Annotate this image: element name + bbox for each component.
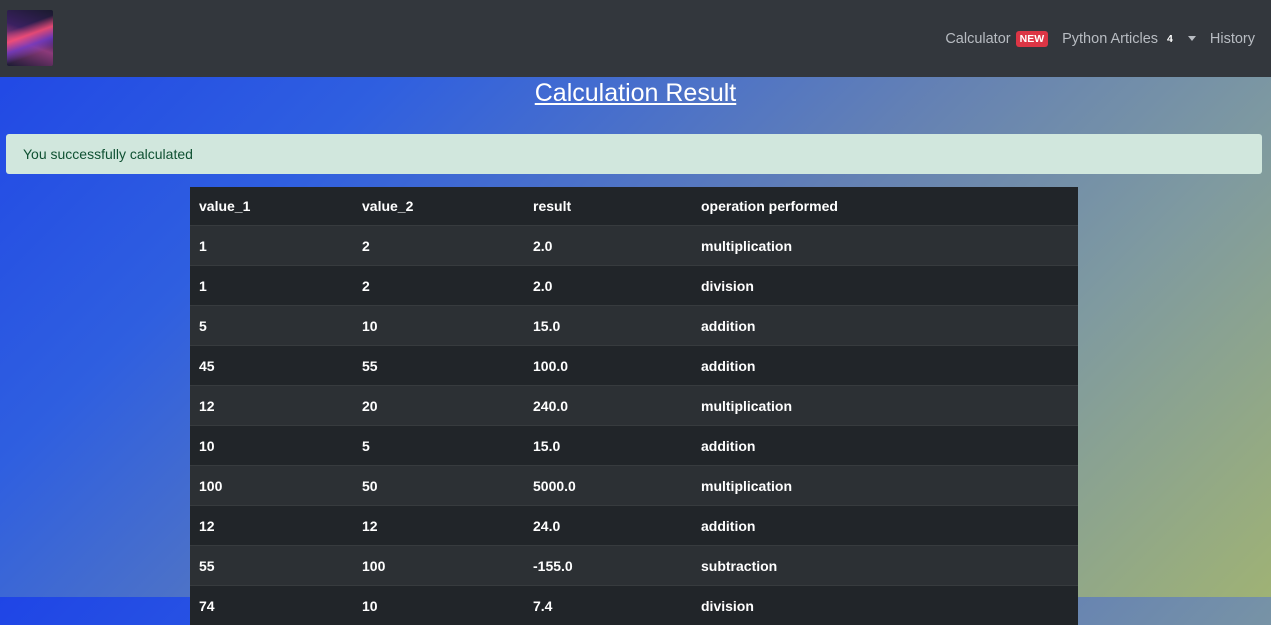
- cell-value-1: 1: [190, 266, 353, 306]
- cell-result: 15.0: [524, 306, 692, 346]
- nav-history-link[interactable]: History: [1210, 31, 1255, 47]
- table-row: 1 2 2.0 division: [190, 266, 1078, 306]
- cell-value-2: 55: [353, 346, 524, 386]
- cell-value-2: 2: [353, 266, 524, 306]
- cell-operation: division: [692, 586, 1078, 625]
- cell-value-1: 5: [190, 306, 353, 346]
- table-row: 5 10 15.0 addition: [190, 306, 1078, 346]
- nav-menu: Calculator NEW Python Articles 4 History: [945, 0, 1255, 77]
- cell-result: 2.0: [524, 266, 692, 306]
- header-operation: operation performed: [692, 187, 1078, 226]
- cell-value-1: 12: [190, 386, 353, 426]
- cell-value-2: 20: [353, 386, 524, 426]
- cell-value-2: 10: [353, 586, 524, 625]
- cell-result: 2.0: [524, 226, 692, 266]
- header-result: result: [524, 187, 692, 226]
- cell-result: 7.4: [524, 586, 692, 625]
- new-badge: NEW: [1016, 31, 1049, 47]
- cell-operation: addition: [692, 426, 1078, 466]
- cell-operation: multiplication: [692, 226, 1078, 266]
- cell-value-1: 1: [190, 226, 353, 266]
- cell-result: 240.0: [524, 386, 692, 426]
- cell-result: 24.0: [524, 506, 692, 546]
- table-row: 10 5 15.0 addition: [190, 426, 1078, 466]
- table-row: 1 2 2.0 multiplication: [190, 226, 1078, 266]
- table-row: 12 20 240.0 multiplication: [190, 386, 1078, 426]
- cell-value-2: 10: [353, 306, 524, 346]
- cell-operation: multiplication: [692, 466, 1078, 506]
- page-title: Calculation Result: [0, 76, 1271, 110]
- table-row: 45 55 100.0 addition: [190, 346, 1078, 386]
- header-value-1: value_1: [190, 187, 353, 226]
- table-row: 55 100 -155.0 subtraction: [190, 546, 1078, 586]
- cell-value-1: 10: [190, 426, 353, 466]
- cell-value-1: 74: [190, 586, 353, 625]
- cell-result: 5000.0: [524, 466, 692, 506]
- articles-count-badge: 4: [1163, 33, 1177, 45]
- navbar: Calculator NEW Python Articles 4 History: [0, 0, 1271, 77]
- results-table: value_1 value_2 result operation perform…: [190, 187, 1078, 625]
- cell-result: -155.0: [524, 546, 692, 586]
- cell-result: 100.0: [524, 346, 692, 386]
- cell-value-2: 2: [353, 226, 524, 266]
- table-row: 74 10 7.4 division: [190, 586, 1078, 625]
- cell-value-1: 100: [190, 466, 353, 506]
- nav-python-articles-label: Python Articles: [1062, 31, 1158, 47]
- cell-value-2: 5: [353, 426, 524, 466]
- chevron-down-icon: [1188, 36, 1196, 41]
- cell-value-1: 12: [190, 506, 353, 546]
- nav-python-articles-dropdown[interactable]: Python Articles 4: [1062, 31, 1196, 47]
- cell-operation: multiplication: [692, 386, 1078, 426]
- cell-value-1: 45: [190, 346, 353, 386]
- cell-result: 15.0: [524, 426, 692, 466]
- cell-value-1: 55: [190, 546, 353, 586]
- cell-operation: addition: [692, 506, 1078, 546]
- table-row: 12 12 24.0 addition: [190, 506, 1078, 546]
- table-row: 100 50 5000.0 multiplication: [190, 466, 1078, 506]
- brand-logo[interactable]: [7, 10, 53, 66]
- cell-value-2: 12: [353, 506, 524, 546]
- table-header-row: value_1 value_2 result operation perform…: [190, 187, 1078, 226]
- success-alert: You successfully calculated: [6, 134, 1262, 174]
- cell-operation: division: [692, 266, 1078, 306]
- nav-calculator-link[interactable]: Calculator NEW: [945, 31, 1048, 47]
- cell-value-2: 100: [353, 546, 524, 586]
- cell-operation: addition: [692, 306, 1078, 346]
- header-value-2: value_2: [353, 187, 524, 226]
- cell-operation: subtraction: [692, 546, 1078, 586]
- cell-operation: addition: [692, 346, 1078, 386]
- nav-calculator-label: Calculator: [945, 31, 1010, 47]
- cell-value-2: 50: [353, 466, 524, 506]
